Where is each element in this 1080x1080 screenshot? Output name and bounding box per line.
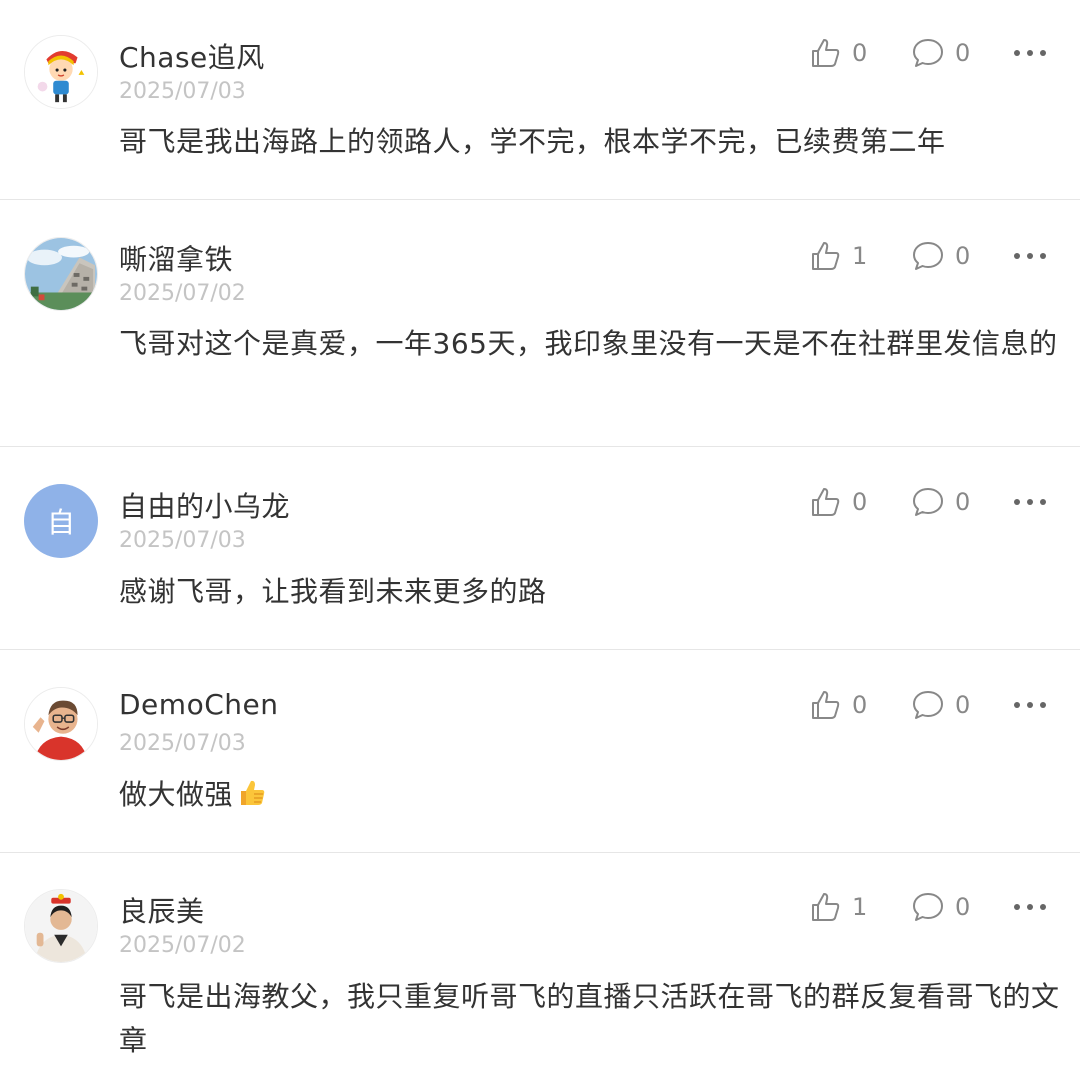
thumbs-up-icon <box>808 485 842 519</box>
like-button[interactable]: 0 <box>808 482 867 522</box>
like-button[interactable]: 0 <box>808 685 867 725</box>
reply-count: 0 <box>955 893 971 921</box>
person-photo-avatar-icon <box>25 890 97 962</box>
comment-bubble-icon <box>911 890 945 924</box>
comment-bubble-icon <box>911 485 945 519</box>
avatar[interactable] <box>24 889 98 963</box>
avatar[interactable] <box>24 237 98 311</box>
comment-bubble-icon <box>911 36 945 70</box>
comment-item: 自 自由的小乌龙 2025/07/03 感谢飞哥，让我看到未来更多的路 0 0 <box>0 447 1080 649</box>
username[interactable]: 良辰美 <box>119 890 205 930</box>
building-photo-avatar-icon <box>25 238 97 310</box>
comment-date: 2025/07/02 <box>119 281 246 306</box>
like-count: 0 <box>852 488 868 516</box>
avatar[interactable]: 自 <box>24 484 98 558</box>
reply-count: 0 <box>955 691 971 719</box>
comment-text-content: 做大做强 <box>119 778 234 811</box>
comment-date: 2025/07/03 <box>119 79 246 104</box>
comment-date: 2025/07/03 <box>119 528 246 553</box>
comment-text: 哥飞是我出海路上的领路人，学不完，根本学不完，已续费第二年 <box>119 125 946 158</box>
like-button[interactable]: 1 <box>808 887 867 927</box>
comment-item: 嘶溜拿铁 2025/07/02 飞哥对这个是真爱，一年365天，我印象里没有一天… <box>0 200 1080 446</box>
like-button[interactable]: 0 <box>808 33 867 73</box>
more-dots-icon <box>1014 499 1046 505</box>
thumbs-up-icon <box>808 36 842 70</box>
comment-item: DemoChen 2025/07/03 做大做强 0 0 <box>0 650 1080 852</box>
reply-count: 0 <box>955 488 971 516</box>
more-options-button[interactable] <box>1010 482 1050 522</box>
more-options-button[interactable] <box>1010 236 1050 276</box>
comment-text: 感谢飞哥，让我看到未来更多的路 <box>119 575 547 608</box>
comment-text: 飞哥对这个是真爱，一年365天，我印象里没有一天是不在社群里发信息的 <box>119 327 1058 360</box>
reply-button[interactable]: 0 <box>911 887 970 927</box>
avatar[interactable] <box>24 35 98 109</box>
more-options-button[interactable] <box>1010 685 1050 725</box>
more-dots-icon <box>1014 702 1046 708</box>
more-dots-icon <box>1014 253 1046 259</box>
like-count: 1 <box>852 242 868 270</box>
comment-item: Chase追风 2025/07/03 哥飞是我出海路上的领路人，学不完，根本学不… <box>0 0 1080 200</box>
reply-button[interactable]: 0 <box>911 236 970 276</box>
username[interactable]: 嘶溜拿铁 <box>119 238 233 278</box>
reply-button[interactable]: 0 <box>911 685 970 725</box>
comment-bubble-icon <box>911 239 945 273</box>
like-count: 0 <box>852 39 868 67</box>
comment-bubble-icon <box>911 688 945 722</box>
reply-button[interactable]: 0 <box>911 482 970 522</box>
more-options-button[interactable] <box>1010 33 1050 73</box>
username[interactable]: DemoChen <box>119 688 278 721</box>
more-dots-icon <box>1014 904 1046 910</box>
cartoon-avatar-icon <box>25 36 97 108</box>
more-options-button[interactable] <box>1010 887 1050 927</box>
thumbs-up-emoji-icon <box>241 780 265 805</box>
comment-item: 良辰美 2025/07/02 哥飞是出海教父，我只重复听哥飞的直播只活跃在哥飞的… <box>0 853 1080 1080</box>
like-count: 1 <box>852 893 868 921</box>
comment-date: 2025/07/02 <box>119 933 246 958</box>
like-button[interactable]: 1 <box>808 236 867 276</box>
reply-button[interactable]: 0 <box>911 33 970 73</box>
thumbs-up-icon <box>808 239 842 273</box>
memoji-avatar-icon <box>25 688 97 760</box>
reply-count: 0 <box>955 39 971 67</box>
comment-text: 做大做强 <box>119 773 1069 817</box>
more-dots-icon <box>1014 50 1046 56</box>
thumbs-up-icon <box>808 688 842 722</box>
reply-count: 0 <box>955 242 971 270</box>
avatar[interactable] <box>24 687 98 761</box>
comment-date: 2025/07/03 <box>119 731 246 756</box>
username[interactable]: Chase追风 <box>119 36 265 76</box>
username[interactable]: 自由的小乌龙 <box>119 485 290 525</box>
thumbs-up-icon <box>808 890 842 924</box>
like-count: 0 <box>852 691 868 719</box>
comment-text: 哥飞是出海教父，我只重复听哥飞的直播只活跃在哥飞的群反复看哥飞的文章 <box>119 980 1060 1057</box>
